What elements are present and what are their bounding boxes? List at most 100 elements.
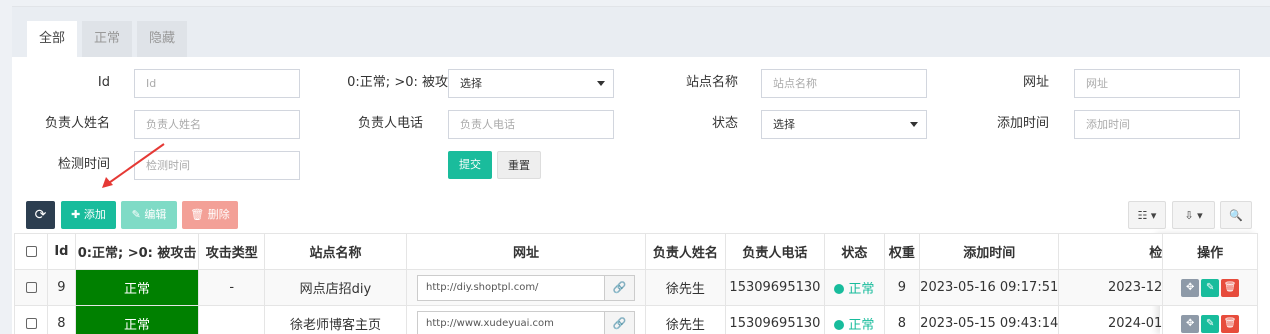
- refresh-button[interactable]: ⟳: [26, 201, 55, 229]
- cell-attack-type: [198, 305, 265, 334]
- owner-phone-label: 负责人电话: [357, 116, 423, 131]
- search-button[interactable]: 🔍: [1220, 201, 1252, 229]
- cell-owner-name: 徐先生: [645, 269, 726, 306]
- search-icon: 🔍: [1229, 209, 1243, 222]
- cell-actions: ✥ ✎ 🗑: [1162, 305, 1258, 334]
- cell-owner-phone: 15309695130: [724, 269, 826, 306]
- table-row: 9 正常 - 网点店招diy http://diy.shoptpl.com/🔗 …: [13, 269, 1258, 306]
- reset-button[interactable]: 重置: [497, 151, 541, 179]
- col-owner-name[interactable]: 负责人姓名: [645, 233, 726, 270]
- export-icon: ⇩ ▾: [1184, 209, 1203, 222]
- status-filter-select[interactable]: 选择: [761, 110, 927, 139]
- cell-url: http://diy.shoptpl.com/🔗: [405, 269, 647, 306]
- submit-button[interactable]: 提交: [448, 151, 492, 179]
- cell-owner-phone: 15309695130: [724, 305, 826, 334]
- data-table: Id 0:正常; >0: 被攻击 攻击类型 站点名称 网址 负责人姓名 负责人电…: [13, 233, 1258, 334]
- tab-all[interactable]: 全部: [27, 21, 77, 57]
- site-name-input[interactable]: 站点名称: [761, 69, 927, 98]
- cell-attack: 正常: [74, 305, 200, 334]
- col-site-name[interactable]: 站点名称: [263, 233, 407, 270]
- delete-row-icon[interactable]: 🗑: [1221, 278, 1240, 297]
- drag-icon[interactable]: ✥: [1181, 278, 1200, 297]
- cell-site-name: 网点店招diy: [263, 269, 407, 306]
- add-button-label: 添加: [83, 208, 106, 221]
- row-checkbox[interactable]: [13, 305, 49, 334]
- site-name-label: 站点名称: [685, 75, 738, 90]
- url-text[interactable]: http://diy.shoptpl.com/: [418, 276, 604, 300]
- col-owner-phone[interactable]: 负责人电话: [724, 233, 826, 270]
- url-label: 网址: [1022, 75, 1049, 90]
- caret-down-icon: [910, 122, 918, 127]
- col-add-time[interactable]: 添加时间: [919, 233, 1060, 270]
- attack-filter-value: 选择: [460, 77, 482, 90]
- add-button[interactable]: ✚ 添加: [61, 201, 116, 229]
- col-id[interactable]: Id: [47, 233, 76, 270]
- grid-icon: ☷ ▾: [1137, 209, 1157, 222]
- col-status[interactable]: 状态: [824, 233, 885, 270]
- col-url[interactable]: 网址: [405, 233, 647, 270]
- caret-down-icon: [597, 81, 605, 86]
- cell-url: http://www.xudeyuai.com 🔗: [405, 305, 647, 334]
- url-input[interactable]: 网址: [1074, 69, 1240, 98]
- owner-name-input[interactable]: 负责人姓名: [134, 110, 300, 139]
- export-button[interactable]: ⇩ ▾: [1172, 201, 1215, 229]
- link-icon[interactable]: 🔗: [604, 275, 635, 300]
- cell-id: 8: [47, 305, 76, 334]
- col-attack[interactable]: 0:正常; >0: 被攻击: [74, 233, 200, 270]
- cell-attack: 正常: [74, 269, 200, 306]
- owner-phone-input[interactable]: 负责人电话: [448, 110, 614, 139]
- select-all-checkbox[interactable]: [13, 233, 49, 270]
- delete-button-label: 删除: [207, 208, 230, 221]
- cell-check-time: 2024-01: [1058, 305, 1164, 334]
- edit-row-icon[interactable]: ✎: [1201, 278, 1220, 297]
- cell-add-time: 2023-05-16 09:17:51: [919, 269, 1060, 306]
- row-checkbox[interactable]: [13, 269, 49, 306]
- delete-button[interactable]: 🗑 删除: [182, 201, 238, 229]
- annotation-arrow-icon: [102, 143, 165, 188]
- cell-status: 正常: [824, 305, 885, 334]
- cell-status: 正常: [824, 269, 885, 306]
- add-time-input[interactable]: 添加时间: [1074, 110, 1240, 139]
- table-header-row: Id 0:正常; >0: 被攻击 攻击类型 站点名称 网址 负责人姓名 负责人电…: [13, 233, 1258, 270]
- pencil-icon: ✎: [131, 208, 141, 221]
- cell-weight: 9: [883, 269, 921, 306]
- link-icon[interactable]: 🔗: [604, 311, 635, 334]
- add-time-label: 添加时间: [996, 116, 1049, 131]
- id-input[interactable]: Id: [134, 69, 300, 98]
- status-dot-icon: [834, 320, 845, 330]
- status-text: 正常: [848, 318, 875, 333]
- status-filter-label: 状态: [711, 116, 738, 131]
- col-actions: 操作: [1162, 233, 1258, 270]
- cell-check-time: 2023-12: [1058, 269, 1164, 306]
- col-attack-type[interactable]: 攻击类型: [198, 233, 265, 270]
- drag-icon[interactable]: ✥: [1181, 314, 1200, 333]
- cell-actions: ✥ ✎ 🗑: [1162, 269, 1258, 306]
- cell-add-time: 2023-05-15 09:43:14: [919, 305, 1060, 334]
- cell-site-name: 徐老师博客主页: [263, 305, 407, 334]
- tab-bar: 全部 正常 隐藏: [12, 7, 1270, 57]
- refresh-icon: ⟳: [34, 207, 47, 223]
- edit-row-icon[interactable]: ✎: [1201, 314, 1220, 333]
- attack-filter-label: 0:正常; >0: 被攻: [347, 75, 448, 90]
- cell-owner-name: 徐先生: [645, 305, 726, 334]
- cell-attack-type: -: [198, 269, 265, 306]
- attack-filter-select[interactable]: 选择: [448, 69, 614, 98]
- cell-id: 9: [47, 269, 76, 306]
- status-text: 正常: [848, 282, 875, 297]
- tab-normal[interactable]: 正常: [82, 21, 132, 57]
- url-text[interactable]: http://www.xudeyuai.com: [418, 312, 604, 334]
- tab-hidden[interactable]: 隐藏: [137, 21, 187, 57]
- trash-icon: 🗑: [190, 208, 205, 221]
- col-weight[interactable]: 权重: [883, 233, 921, 270]
- columns-toggle-button[interactable]: ☷ ▾: [1128, 201, 1166, 229]
- status-dot-icon: [834, 284, 845, 294]
- edit-button[interactable]: ✎ 编辑: [121, 201, 177, 229]
- status-filter-value: 选择: [773, 118, 795, 131]
- edit-button-label: 编辑: [144, 208, 167, 221]
- delete-row-icon[interactable]: 🗑: [1221, 314, 1240, 333]
- col-check-time[interactable]: 检: [1058, 233, 1164, 270]
- id-label: Id: [97, 75, 110, 90]
- plus-icon: ✚: [71, 208, 81, 221]
- cell-weight: 8: [883, 305, 921, 334]
- table-row: 8 正常 徐老师博客主页 http://www.xudeyuai.com 🔗 徐先…: [13, 305, 1258, 334]
